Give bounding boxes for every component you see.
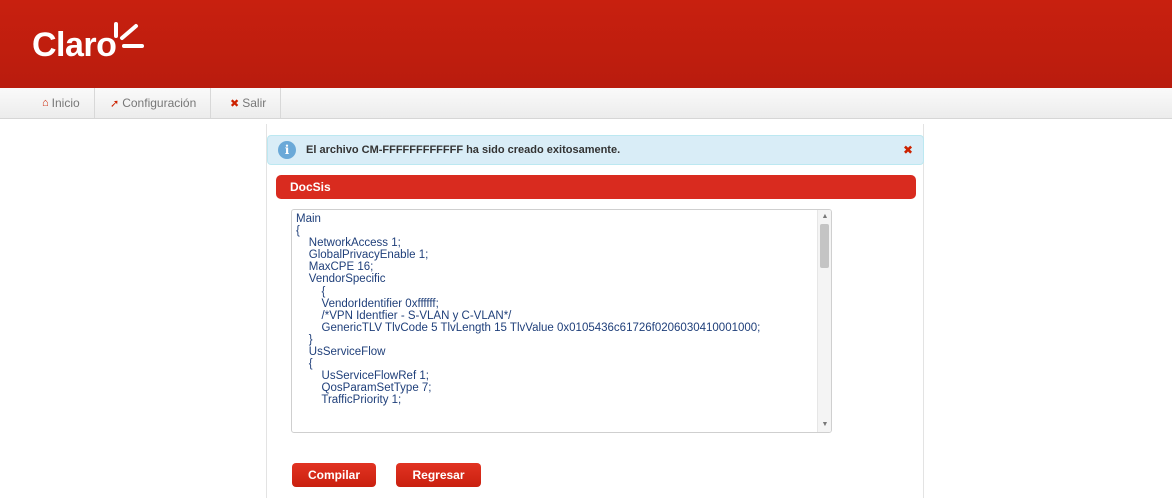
code-line: GlobalPrivacyEnable 1;	[296, 249, 429, 262]
compile-button[interactable]: Compilar	[292, 463, 376, 487]
nav-item-salir[interactable]: ✖ Salir	[216, 88, 282, 118]
main-navbar: ⌂ Inicio ➚ Configuración ✖ Salir	[0, 88, 1172, 119]
scroll-down-icon[interactable]: ▼	[818, 419, 831, 431]
code-line: GenericTLV TlvCode 5 TlvLength 15 TlvVal…	[296, 321, 761, 334]
claro-logo-mark-icon	[114, 22, 144, 48]
app-header: Claro	[0, 0, 1172, 88]
nav-item-label: Salir	[242, 96, 267, 110]
code-line: UsServiceFlowRef 1;	[296, 370, 429, 383]
docsis-config-textarea[interactable]: Main{ NetworkAccess 1; GlobalPrivacyEnab…	[291, 209, 832, 433]
success-alert: i El archivo CM-FFFFFFFFFFFF ha sido cre…	[267, 135, 924, 165]
scroll-up-icon[interactable]: ▲	[818, 211, 831, 223]
alert-close-button[interactable]: ✖	[903, 143, 913, 157]
code-line: UsServiceFlow	[296, 346, 386, 359]
info-icon: i	[278, 141, 296, 159]
code-line: MaxCPE 16;	[296, 261, 374, 274]
code-line: VendorSpecific	[296, 273, 386, 286]
code-line: /*VPN Identfier - S-VLAN y C-VLAN*/	[296, 309, 512, 322]
config-text[interactable]: Main{ NetworkAccess 1; GlobalPrivacyEnab…	[296, 213, 813, 407]
nav-item-configuracion[interactable]: ➚ Configuración	[96, 88, 212, 118]
alert-message: El archivo CM-FFFFFFFFFFFF ha sido cread…	[306, 144, 621, 156]
nav-item-label: Inicio	[51, 96, 80, 110]
textarea-scrollbar[interactable]: ▲ ▼	[817, 210, 831, 432]
code-line: }	[296, 333, 313, 346]
code-line: NetworkAccess 1;	[296, 237, 401, 250]
close-icon: ✖	[230, 97, 240, 110]
code-line: VendorIdentifier 0xffffff;	[296, 297, 439, 310]
code-line: {	[296, 225, 300, 238]
code-line: QosParamSetType 7;	[296, 382, 432, 395]
code-line: TrafficPriority 1;	[296, 394, 402, 407]
nav-item-inicio[interactable]: ⌂ Inicio	[28, 88, 95, 118]
code-line: Main	[296, 213, 321, 225]
nav-item-label: Configuración	[122, 96, 197, 110]
code-line: {	[296, 285, 326, 298]
code-line: {	[296, 358, 313, 371]
back-button[interactable]: Regresar	[396, 463, 481, 487]
section-header-docsis: DocSis	[276, 175, 916, 199]
wrench-icon: ➚	[110, 97, 120, 110]
home-icon: ⌂	[42, 97, 49, 109]
scroll-thumb[interactable]	[820, 224, 829, 268]
